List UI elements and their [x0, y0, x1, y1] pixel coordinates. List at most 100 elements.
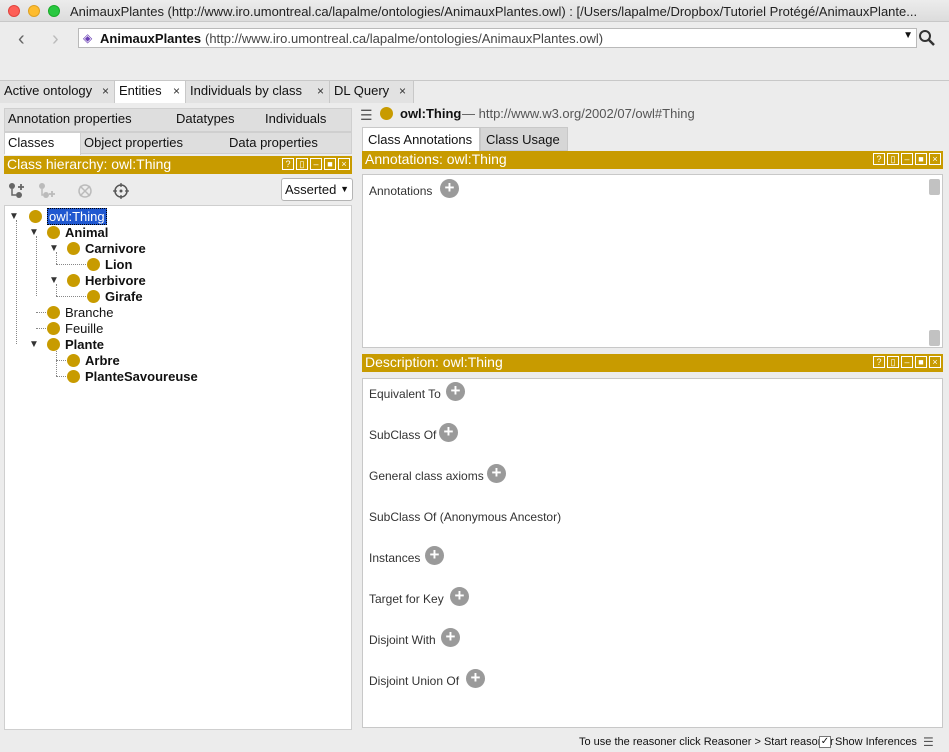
class-icon [47, 337, 60, 351]
add-sibling-class-icon[interactable] [38, 182, 56, 204]
hierarchy-mode-select[interactable]: Asserted ▼ [281, 178, 353, 201]
tab-label: DL Query [334, 83, 390, 98]
class-view-tabs: Class Annotations Class Usage [362, 127, 945, 151]
help-icon[interactable]: ? [873, 153, 885, 165]
annotations-title: Annotations: owl:Thing [365, 151, 507, 167]
tab-individuals[interactable]: Individuals [265, 111, 326, 126]
tree-node-girafe[interactable]: Girafe [87, 288, 143, 304]
help-icon[interactable]: ? [282, 158, 294, 170]
expand-triangle-icon[interactable]: ▼ [29, 227, 39, 238]
tab-annotation-properties[interactable]: Annotation properties [8, 111, 132, 126]
split-view-icon[interactable]: ▯ [887, 356, 899, 368]
log-lines-icon[interactable]: ☰ [923, 735, 934, 749]
minimize-window-button[interactable] [28, 5, 40, 17]
tree-node-label: Branche [65, 304, 114, 320]
minimize-view-icon[interactable]: – [310, 158, 322, 170]
close-view-icon[interactable]: × [929, 153, 941, 165]
zoom-window-button[interactable] [48, 5, 60, 17]
tree-connector [56, 376, 66, 377]
tab-active-ontology[interactable]: Active ontology × [0, 81, 115, 103]
minimize-view-icon[interactable]: – [901, 356, 913, 368]
class-hierarchy-title: Class hierarchy: owl:Thing [7, 156, 172, 172]
scrollbar-thumb-bottom[interactable] [929, 330, 940, 346]
tree-node-carnivore[interactable]: ▼ Carnivore [49, 240, 146, 256]
close-view-icon[interactable]: × [929, 356, 941, 368]
add-target-for-key-button[interactable]: + [450, 587, 469, 606]
tree-connector [56, 264, 86, 265]
tree-node-lion[interactable]: Lion [87, 256, 132, 272]
class-icon [29, 209, 42, 223]
section-target-for-key: Target for Key [369, 592, 444, 606]
close-icon[interactable]: × [102, 84, 109, 98]
close-window-button[interactable] [8, 5, 20, 17]
tree-node-label: Herbivore [85, 272, 146, 288]
maximize-view-icon[interactable]: ■ [324, 158, 336, 170]
tab-classes[interactable]: Classes [5, 133, 81, 155]
tree-node-plante[interactable]: ▼ Plante [29, 336, 104, 352]
help-icon[interactable]: ? [873, 356, 885, 368]
maximize-view-icon[interactable]: ■ [915, 153, 927, 165]
tab-label: Entities [119, 83, 162, 98]
class-icon [47, 321, 60, 335]
tab-class-annotations[interactable]: Class Annotations [362, 127, 480, 151]
tab-class-usage[interactable]: Class Usage [480, 127, 568, 151]
tree-node-feuille[interactable]: Feuille [47, 320, 103, 336]
expand-triangle-icon[interactable]: ▼ [49, 275, 59, 286]
delete-class-icon[interactable] [76, 182, 94, 204]
description-title: Description: owl:Thing [365, 354, 503, 370]
close-icon[interactable]: × [399, 84, 406, 98]
expand-triangle-icon[interactable]: ▼ [49, 243, 59, 254]
class-icon [67, 273, 80, 287]
close-icon[interactable]: × [317, 84, 324, 98]
tree-node-herbivore[interactable]: ▼ Herbivore [49, 272, 146, 288]
scrollbar-thumb-top[interactable] [929, 179, 940, 195]
tree-node-owl-thing[interactable]: ▼ owl:Thing [9, 207, 107, 225]
add-subclass-icon[interactable] [8, 182, 26, 204]
tree-node-label: Animal [65, 224, 109, 240]
tab-datatypes[interactable]: Datatypes [176, 111, 235, 126]
add-disjoint-union-of-button[interactable]: + [466, 669, 485, 688]
chevron-down-icon[interactable]: ▼ [903, 30, 913, 41]
toolbar: ‹ › ◈ AnimauxPlantes (http://www.iro.umo… [0, 22, 949, 80]
tree-node-branche[interactable]: Branche [47, 304, 113, 320]
expand-triangle-icon[interactable]: ▼ [9, 211, 19, 222]
view-controls: ? ▯ – ■ × [282, 158, 350, 170]
tree-connector [36, 328, 46, 329]
forward-arrow-icon[interactable]: › [52, 28, 59, 51]
minimize-view-icon[interactable]: – [901, 153, 913, 165]
show-inferences-checkbox[interactable]: ✓ [819, 736, 831, 748]
tree-node-label: Lion [105, 256, 133, 272]
expand-triangle-icon[interactable]: ▼ [29, 339, 39, 350]
title-bar: AnimauxPlantes (http://www.iro.umontreal… [0, 0, 949, 22]
entity-header: ☰ owl:Thing — http://www.w3.org/2002/07/… [360, 104, 945, 126]
tab-entities[interactable]: Entities × [115, 81, 186, 103]
tab-object-properties[interactable]: Object properties [84, 135, 183, 150]
close-view-icon[interactable]: × [338, 158, 350, 170]
split-view-icon[interactable]: ▯ [296, 158, 308, 170]
tree-node-arbre[interactable]: Arbre [67, 352, 120, 368]
class-icon [87, 289, 100, 303]
search-icon[interactable] [918, 29, 936, 52]
tree-node-plantesavoureuse[interactable]: PlanteSavoureuse [67, 368, 198, 384]
tab-individuals-by-class[interactable]: Individuals by class × [186, 81, 330, 103]
menu-icon[interactable]: ☰ [360, 107, 373, 124]
entity-name: owl:Thing [400, 106, 462, 121]
add-equivalent-to-button[interactable]: + [446, 382, 465, 401]
class-icon [67, 241, 80, 255]
split-view-icon[interactable]: ▯ [887, 153, 899, 165]
tree-node-label: owl:Thing [47, 207, 107, 225]
add-subclass-of-button[interactable]: + [439, 423, 458, 442]
tree-node-animal[interactable]: ▼ Animal [29, 224, 108, 240]
ontology-selector[interactable]: ◈ AnimauxPlantes (http://www.iro.umontre… [78, 28, 917, 48]
target-icon[interactable] [112, 182, 130, 204]
tab-label: Individuals by class [190, 83, 302, 98]
add-annotation-button[interactable]: + [440, 179, 459, 198]
add-general-class-axiom-button[interactable]: + [487, 464, 506, 483]
add-disjoint-with-button[interactable]: + [441, 628, 460, 647]
add-instance-button[interactable]: + [425, 546, 444, 565]
maximize-view-icon[interactable]: ■ [915, 356, 927, 368]
tab-data-properties[interactable]: Data properties [229, 135, 318, 150]
back-arrow-icon[interactable]: ‹ [18, 28, 25, 51]
close-icon[interactable]: × [173, 84, 180, 98]
tab-dl-query[interactable]: DL Query × [330, 81, 414, 103]
